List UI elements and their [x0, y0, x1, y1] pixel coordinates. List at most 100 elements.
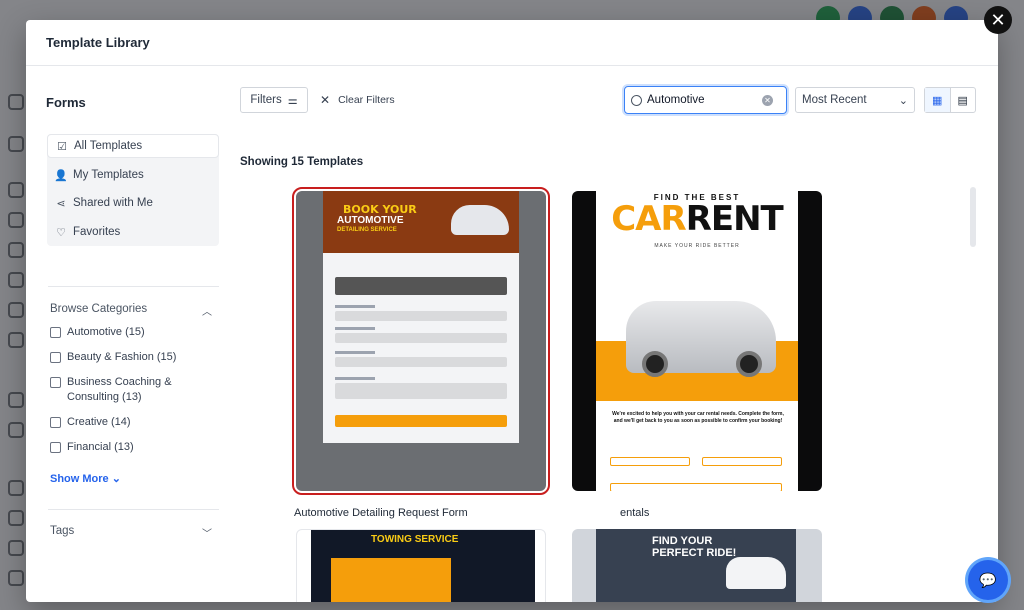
thumb-field-label [335, 351, 375, 354]
thumb-blurb: We're excited to help you with your car … [612, 411, 784, 424]
sliders-icon: ⚌ [287, 94, 298, 107]
category-financial[interactable]: Financial (13) [50, 440, 134, 455]
thumb-field [335, 357, 507, 367]
template-card-towing-service[interactable]: TOWING SERVICE [296, 529, 546, 602]
scrollbar[interactable] [970, 187, 976, 247]
search-input[interactable] [647, 94, 757, 106]
chat-icon: 💬 [979, 571, 997, 588]
show-more-label: Show More [50, 473, 109, 485]
thumb-heading: FIND YOUR PERFECT RIDE! [652, 535, 737, 559]
quick-filter-label: Favorites [73, 226, 121, 238]
category-label: Financial (13) [67, 441, 134, 453]
template-card-perfect-ride[interactable]: FIND YOUR PERFECT RIDE! [572, 529, 822, 602]
modal-title: Template Library [26, 20, 998, 66]
show-more-link[interactable]: Show More ⌄ [50, 472, 121, 485]
template-thumbnail-banner: BOOK YOUR AUTOMOTIVE DETAILING SERVICE [323, 191, 519, 253]
category-creative[interactable]: Creative (14) [50, 415, 131, 430]
category-label: Business Coaching & Consulting (13) [67, 376, 172, 403]
close-icon: ✕ [320, 93, 331, 107]
search-input-wrapper[interactable]: ✕ [624, 86, 787, 114]
clear-filters-label: Clear Filters [338, 94, 395, 106]
filters-button[interactable]: Filters ⚌ [240, 87, 308, 113]
tags-title: Tags [50, 525, 75, 537]
thumb-subtitle: MAKE YOUR RIDE BETTER [654, 243, 740, 249]
template-library-modal: Template Library Forms ☑ All Templates 👤… [26, 20, 998, 602]
quick-filters: ☑ All Templates 👤 My Templates ⋖ Shared … [47, 134, 219, 246]
thumb-field-label [335, 377, 375, 380]
checkbox-icon: ☑ [57, 140, 67, 153]
grid-view-icon[interactable]: ▦ [925, 88, 951, 112]
chevron-down-icon: ⌄ [898, 94, 908, 107]
sidebar: Forms ☑ All Templates 👤 My Templates ⋖ S… [26, 67, 226, 602]
quick-filter-my-templates[interactable]: 👤 My Templates [54, 163, 144, 187]
view-toggle: ▦ ▤ [924, 87, 976, 113]
clear-search-icon[interactable]: ✕ [762, 94, 773, 106]
category-checkbox[interactable] [50, 417, 61, 428]
template-title[interactable]: Automotive Detailing Request Form [294, 507, 468, 519]
template-grid-area: Filters ⚌ ✕ Clear Filters ✕ Most Recent … [226, 67, 998, 602]
heart-icon: ♡ [56, 226, 66, 239]
clear-filters-button[interactable]: ✕ Clear Filters [320, 93, 395, 107]
quick-filter-label: All Templates [74, 140, 143, 152]
results-count: Showing 15 Templates [240, 156, 364, 168]
thumb-field-label [335, 327, 375, 330]
divider [48, 509, 219, 510]
category-checkbox[interactable] [50, 442, 61, 453]
quick-filter-label: Shared with Me [73, 197, 153, 209]
thumb-heading: TOWING SERVICE [371, 534, 459, 545]
template-card-automotive-detailing[interactable]: BOOK YOUR AUTOMOTIVE DETAILING SERVICE [292, 187, 550, 495]
tags-header[interactable]: Tags ﹀ [50, 525, 218, 540]
thumb-intro [335, 277, 507, 295]
sidebar-title: Forms [46, 95, 86, 110]
help-chat-button[interactable]: 💬 [968, 560, 1008, 600]
category-checkbox[interactable] [50, 327, 61, 338]
quick-filter-label: My Templates [73, 169, 144, 181]
list-view-icon[interactable]: ▤ [951, 88, 976, 112]
category-automotive[interactable]: Automotive (15) [50, 325, 145, 340]
search-icon [631, 94, 642, 106]
thumb-heading: AUTOMOTIVE [337, 215, 404, 226]
chevron-up-icon: ︿ [202, 307, 212, 318]
thumb-heading: DETAILING SERVICE [337, 227, 397, 233]
thumb-rent-text: RENT [685, 199, 784, 239]
template-thumbnail-form [323, 253, 519, 443]
thumb-submit [335, 415, 507, 427]
quick-filter-favorites[interactable]: ♡ Favorites [55, 220, 120, 244]
category-beauty-fashion[interactable]: Beauty & Fashion (15) [50, 350, 176, 365]
close-icon[interactable]: ✕ [984, 6, 1012, 34]
template-card-car-rentals[interactable]: FIND THE BEST CARRENT MAKE YOUR RIDE BET… [572, 191, 822, 491]
thumb-field [335, 383, 507, 399]
category-label: Automotive (15) [67, 326, 145, 338]
filters-label: Filters [250, 94, 282, 106]
browse-categories-header[interactable]: Browse Categories ︿ [50, 303, 218, 318]
car-image [451, 205, 509, 235]
category-checkbox[interactable] [50, 377, 61, 388]
divider [48, 286, 219, 287]
thumb-field [610, 457, 690, 466]
wheel [642, 351, 668, 377]
thumb-field-label [335, 305, 375, 308]
thumb-yellow-band [331, 558, 451, 602]
wheel [736, 351, 762, 377]
thumb-car-text: CAR [611, 199, 686, 239]
thumb-field [610, 483, 782, 491]
category-business-coaching[interactable]: Business Coaching & Consulting (13) [50, 375, 180, 405]
thumb-field [335, 333, 507, 343]
thumb-field [335, 311, 507, 321]
template-thumbnail: TOWING SERVICE [311, 530, 535, 602]
user-icon: 👤 [54, 169, 68, 182]
category-checkbox[interactable] [50, 352, 61, 363]
sort-value: Most Recent [802, 94, 867, 106]
template-title[interactable]: entals [620, 507, 649, 519]
car-image [726, 557, 786, 589]
chevron-down-icon: ⌄ [111, 473, 121, 485]
quick-filter-all-templates[interactable]: ☑ All Templates [47, 134, 219, 158]
chevron-down-icon: ﹀ [202, 529, 212, 540]
browse-categories-title: Browse Categories [50, 303, 148, 315]
template-thumbnail: FIND YOUR PERFECT RIDE! [596, 529, 796, 602]
quick-filter-shared-with-me[interactable]: ⋖ Shared with Me [55, 191, 153, 215]
category-label: Beauty & Fashion (15) [67, 351, 177, 363]
thumb-field [702, 457, 782, 466]
category-label: Creative (14) [67, 416, 131, 428]
sort-dropdown[interactable]: Most Recent ⌄ [795, 87, 915, 113]
